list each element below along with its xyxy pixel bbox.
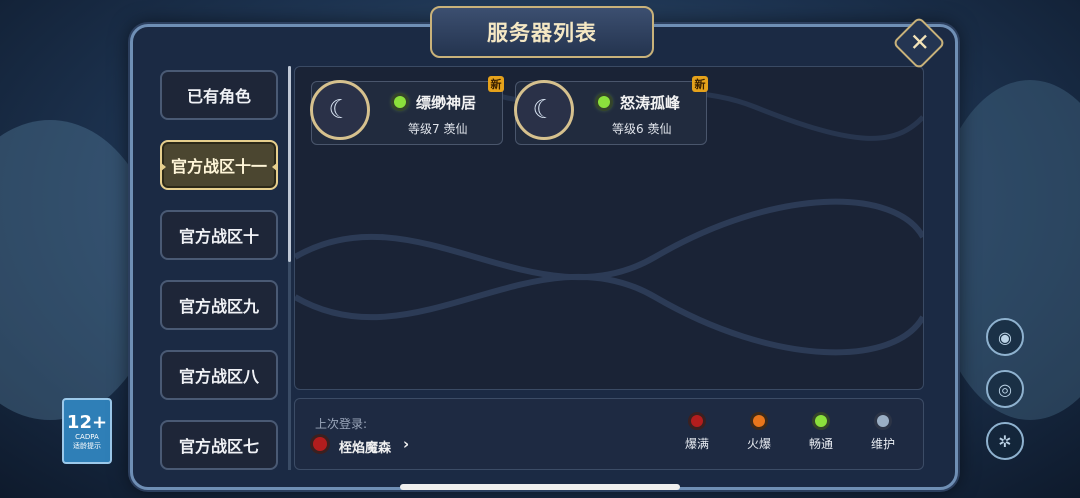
legend-label: 爆满	[684, 437, 709, 451]
tab-label: 官方战区十	[178, 227, 259, 246]
orb-icon[interactable]: ◎	[986, 370, 1024, 408]
status-dot-full	[691, 415, 703, 427]
tab-zone-7[interactable]: 官方战区七	[160, 420, 278, 470]
server-card[interactable]: ☾ 缥缈神居 等级7 羡仙 新	[310, 76, 504, 145]
status-dot-smooth	[598, 96, 610, 108]
moon-portrait-icon: ☾	[310, 80, 370, 140]
settings-icon[interactable]: ✲	[986, 422, 1024, 460]
age-rating-sub2: 适龄提示	[73, 441, 101, 450]
legend-label: 火爆	[746, 437, 771, 451]
server-list-panel: ☾ 缥缈神居 等级7 羡仙 新 ☾ 怒涛孤峰 等级6 羡仙 新	[294, 66, 924, 390]
status-dot-hot	[753, 415, 765, 427]
status-dot-smooth	[394, 96, 406, 108]
status-dot-maintenance	[877, 415, 889, 427]
tab-zone-11[interactable]: 官方战区十一	[160, 140, 278, 190]
dialog-title: 服务器列表	[430, 6, 654, 58]
last-login-status-dot	[313, 437, 327, 451]
selected-marker-left-icon	[160, 162, 166, 172]
legend-item-maintenance: 维护	[863, 415, 903, 452]
tab-zone-8[interactable]: 官方战区八	[160, 350, 278, 400]
home-indicator[interactable]	[400, 484, 680, 490]
server-level: 等级6 羡仙	[612, 122, 672, 136]
tab-label: 官方战区七	[178, 437, 259, 456]
new-badge: 新	[692, 76, 708, 92]
server-level: 等级7 羡仙	[408, 122, 468, 136]
tab-zone-9[interactable]: 官方战区九	[160, 280, 278, 330]
tab-label: 官方战区九	[178, 297, 259, 316]
selected-marker-right-icon	[272, 162, 278, 172]
tab-label: 官方战区八	[178, 367, 259, 386]
legend-item-full: 爆满	[677, 415, 717, 452]
last-login-label: 上次登录:	[315, 417, 368, 431]
tab-zone-10[interactable]: 官方战区十	[160, 210, 278, 260]
moon-portrait-icon: ☾	[514, 80, 574, 140]
status-footer: 上次登录: 桎焰魔森 › 爆满 火爆 畅通 维护	[294, 398, 924, 470]
server-card[interactable]: ☾ 怒涛孤峰 等级6 羡仙 新	[514, 76, 708, 145]
legend-label: 维护	[870, 437, 895, 451]
server-name: 怒涛孤峰	[620, 94, 681, 112]
tab-label: 已有角色	[186, 87, 251, 106]
legend-item-smooth: 畅通	[801, 415, 841, 452]
last-login-server-link[interactable]: 桎焰魔森	[339, 437, 391, 456]
server-name: 缥缈神居	[416, 94, 477, 112]
person-icon[interactable]: ◉	[986, 318, 1024, 356]
legend-label: 畅通	[808, 437, 833, 451]
close-icon: ✕	[909, 28, 930, 57]
age-rating-sub: CADPA	[75, 432, 99, 441]
chevron-right-icon[interactable]: ›	[403, 435, 409, 453]
new-badge: 新	[488, 76, 504, 92]
age-rating-number: 12+	[66, 411, 108, 433]
status-dot-smooth	[815, 415, 827, 427]
age-rating-badge: 12+ CADPA 适龄提示	[62, 398, 112, 464]
tab-label: 官方战区十一	[170, 157, 267, 176]
tab-existing-characters[interactable]: 已有角色	[160, 70, 278, 120]
legend-item-hot: 火爆	[739, 415, 779, 452]
server-zone-sidebar: 已有角色 官方战区十一 官方战区十 官方战区九 官方战区八 官方战区七	[156, 66, 290, 470]
